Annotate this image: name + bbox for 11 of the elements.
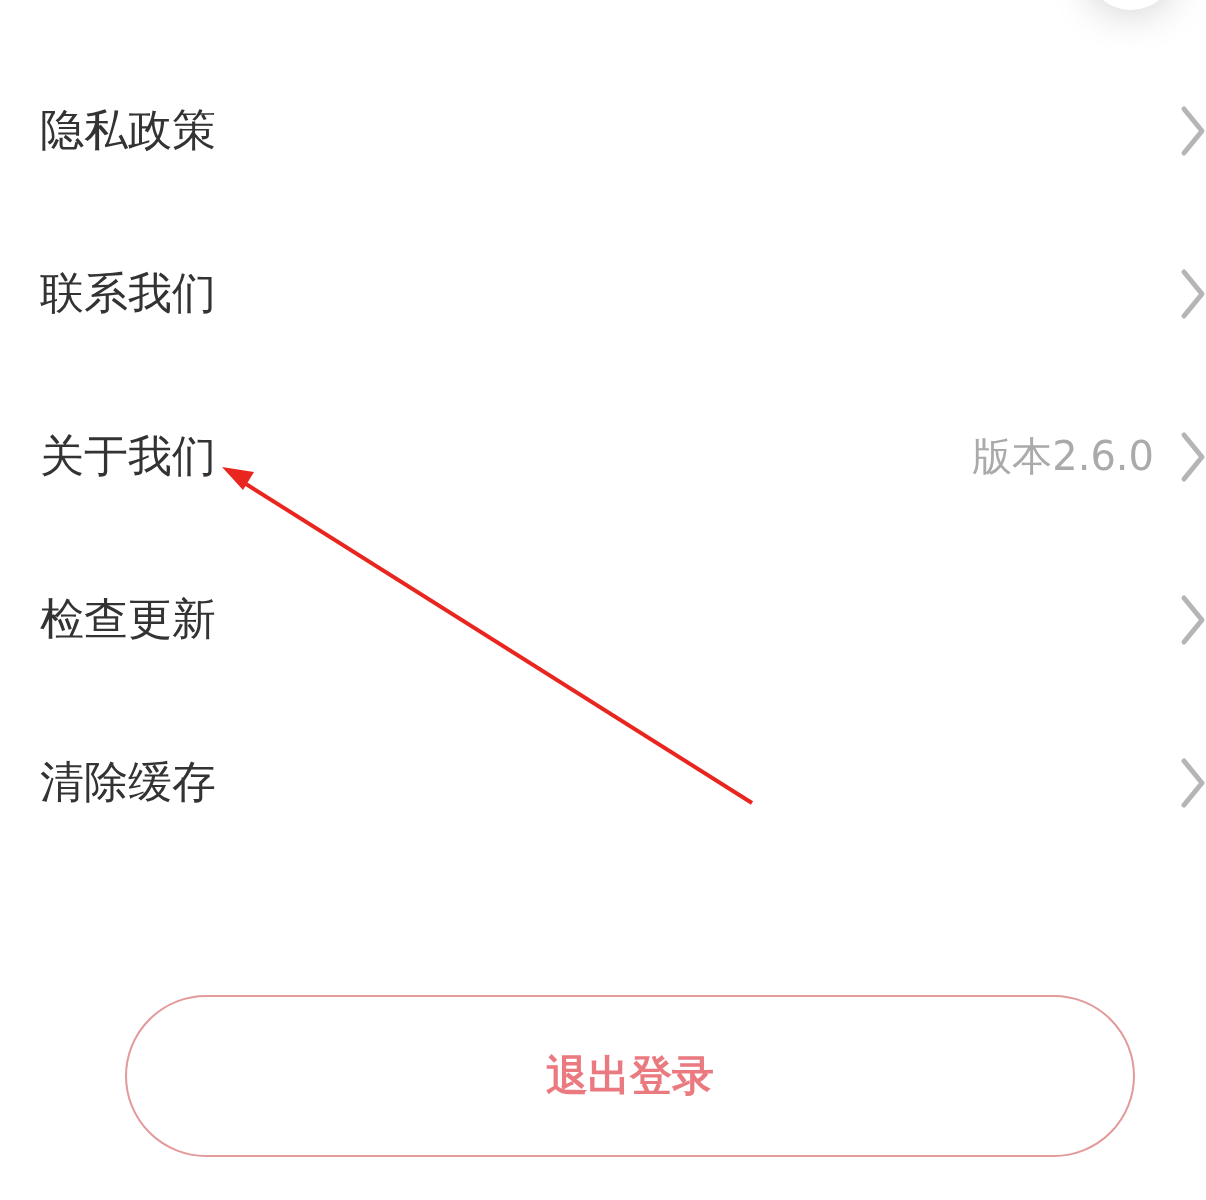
item-label: 联系我们 bbox=[40, 266, 216, 320]
settings-item[interactable]: 清除缓存 bbox=[0, 701, 1206, 864]
settings-item[interactable]: 联系我们 bbox=[0, 212, 1206, 375]
settings-item[interactable]: 检查更新 bbox=[0, 538, 1206, 701]
settings-item[interactable]: 关于我们 版本2.6.0 bbox=[0, 375, 1206, 538]
version-text: 版本2.6.0 bbox=[972, 432, 1154, 481]
item-label: 隐私政策 bbox=[40, 103, 216, 157]
item-label: 检查更新 bbox=[40, 592, 216, 646]
settings-item[interactable]: 隐私政策 bbox=[0, 49, 1206, 212]
item-label: 清除缓存 bbox=[40, 755, 216, 809]
item-label: 关于我们 bbox=[40, 429, 216, 483]
